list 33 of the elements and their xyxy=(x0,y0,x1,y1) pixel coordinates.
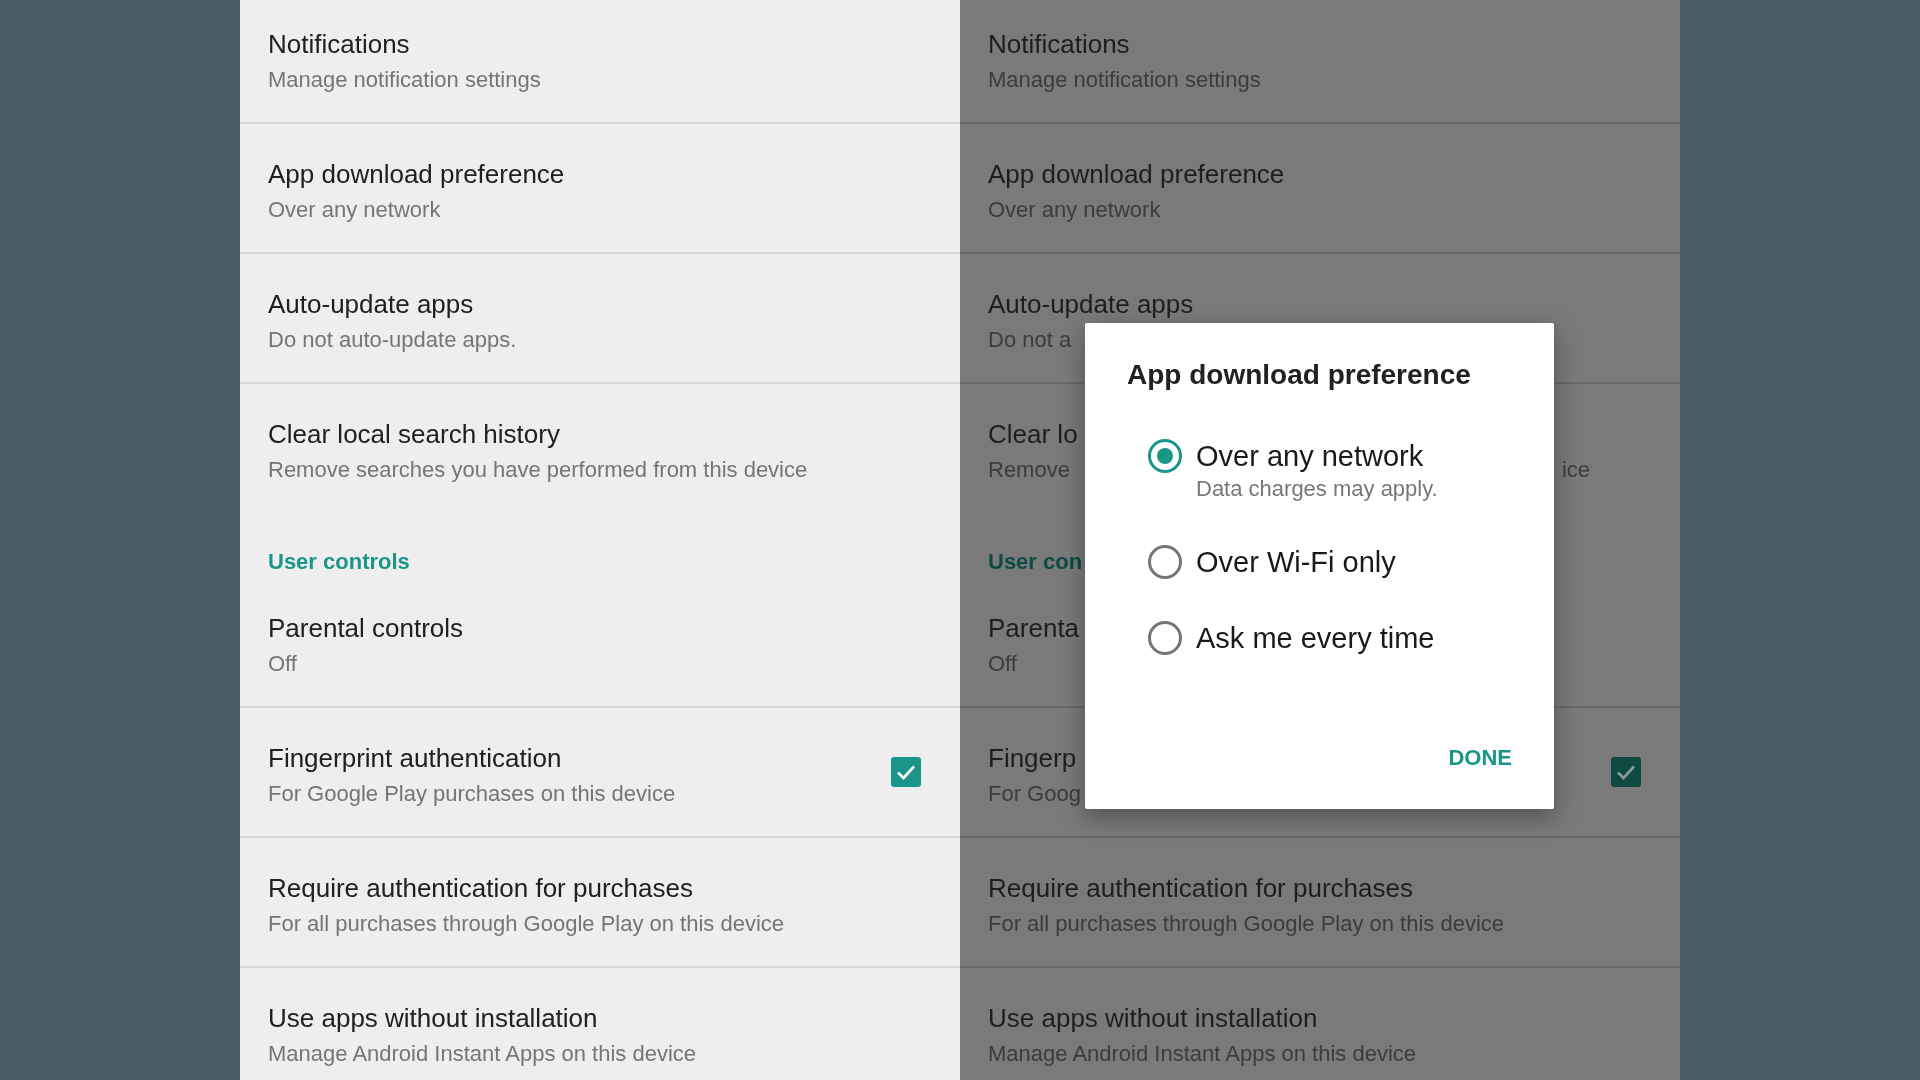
setting-description: Over any network xyxy=(268,196,441,224)
setting-description: For Google Play purchases on this device xyxy=(268,780,676,808)
setting-description: Do not auto-update apps. xyxy=(268,326,517,354)
setting-title: Fingerp xyxy=(988,742,1077,774)
setting-title: Parenta xyxy=(988,612,1080,644)
setting-title: Require authentication for purchases xyxy=(268,872,693,904)
setting-description: Manage Android Instant Apps on this device xyxy=(988,1040,1417,1068)
setting-title: Use apps without installation xyxy=(268,1002,598,1034)
setting-title: Clear local search history xyxy=(268,418,560,450)
section-header: User controls xyxy=(268,548,410,576)
setting-title: Auto-update apps xyxy=(988,288,1194,320)
setting-description: Manage notification settings xyxy=(268,66,541,94)
setting-description: Remove searches you have performed from this device xyxy=(268,456,808,484)
setting-description: Over any network xyxy=(988,196,1161,224)
option-hint: Data charges may apply. xyxy=(1196,475,1438,503)
setting-title: App download preference xyxy=(268,158,565,190)
setting-title: Parental controls xyxy=(268,612,464,644)
setting-title: Notifications xyxy=(988,28,1130,60)
setting-description: Manage Android Instant Apps on this device xyxy=(268,1040,697,1068)
setting-title: Auto-update apps xyxy=(268,288,474,320)
setting-title: App download preference xyxy=(988,158,1285,190)
setting-title: Require authentication for purchases xyxy=(988,872,1413,904)
setting-title: Use apps without installation xyxy=(988,1002,1318,1034)
setting-description: Do not a xyxy=(988,326,1072,354)
setting-description: Off xyxy=(988,650,1017,678)
setting-description: For Goog xyxy=(988,780,1081,808)
setting-description: Off xyxy=(268,650,297,678)
setting-description: For all purchases through Google Play on this device xyxy=(268,910,785,938)
setting-title: Notifications xyxy=(268,28,410,60)
section-header: User con xyxy=(988,548,1083,576)
setting-description: For all purchases through Google Play on this device xyxy=(988,910,1505,938)
setting-description: Manage notification settings xyxy=(988,66,1261,94)
setting-title: Fingerprint authentication xyxy=(268,742,562,774)
